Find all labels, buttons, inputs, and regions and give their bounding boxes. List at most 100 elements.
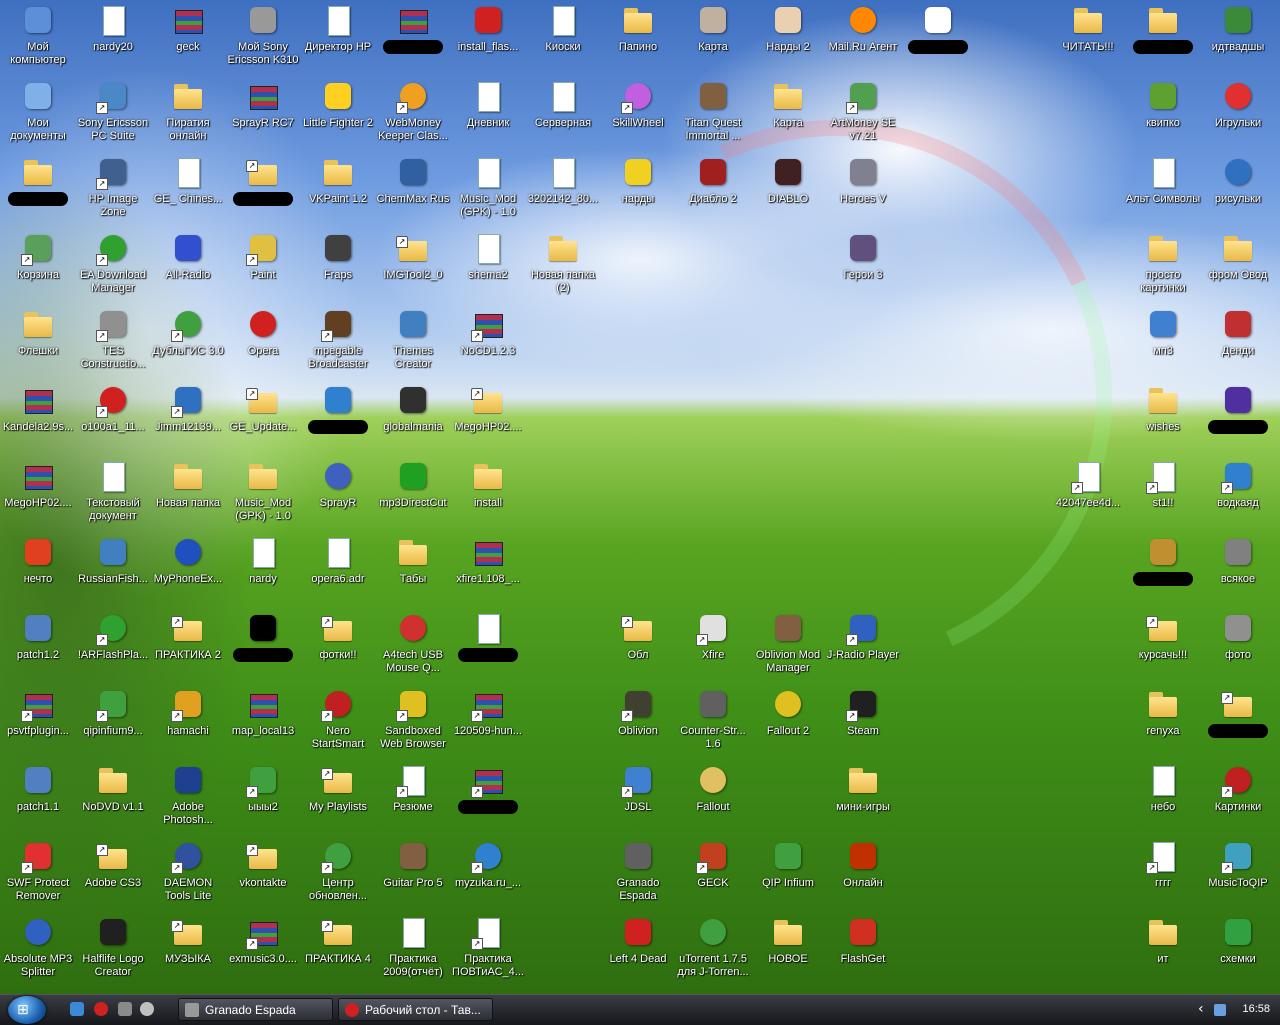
desktop-icon[interactable]: patch1.2 <box>0 610 76 662</box>
desktop-icon[interactable]: водкаяд <box>1200 458 1276 510</box>
desktop-icon[interactable]: nardy20 <box>75 2 151 54</box>
desktop-icon[interactable]: exmusic3.0.... <box>225 914 301 966</box>
desktop-icon[interactable]: НОВОЕ <box>750 914 826 966</box>
desktop-icon[interactable]: Нарды 2 <box>750 2 826 54</box>
desktop-icon[interactable] <box>1125 534 1201 586</box>
desktop-icon[interactable]: psvtfplugin... <box>0 686 76 738</box>
desktop-icon[interactable]: patch1.1 <box>0 762 76 814</box>
desktop-icon[interactable]: MusicToQIP <box>1200 838 1276 890</box>
desktop-icon[interactable]: Themes Creator <box>375 306 451 371</box>
desktop-icon[interactable] <box>225 154 301 206</box>
desktop[interactable]: Мой компьютер nardy20 geck Мой Sony Ericsso… <box>0 0 1280 994</box>
desktop-icon[interactable]: TES Constructio... <box>75 306 151 371</box>
desktop-icon[interactable]: Granado Espada <box>600 838 676 903</box>
desktop-icon[interactable]: Titan Quest Immortal ... <box>675 78 751 143</box>
desktop-icon[interactable]: Киоски <box>525 2 601 54</box>
desktop-icon[interactable]: SprayR <box>300 458 376 510</box>
desktop-icon[interactable]: globalmania <box>375 382 451 434</box>
desktop-icon[interactable]: wishes <box>1125 382 1201 434</box>
desktop-icon[interactable]: GE_ Chines... <box>150 154 226 206</box>
desktop-icon[interactable]: Мои документы <box>0 78 76 143</box>
desktop-icon[interactable]: RussianFish... <box>75 534 151 586</box>
desktop-icon[interactable]: курсачь!!! <box>1125 610 1201 662</box>
desktop-icon[interactable]: ПРАКТИКА 4 <box>300 914 376 966</box>
desktop-icon[interactable]: мп3 <box>1125 306 1201 358</box>
desktop-icon[interactable]: Папино <box>600 2 676 54</box>
desktop-icon[interactable]: xfire1.108_... <box>450 534 526 586</box>
desktop-icon[interactable]: нечто <box>0 534 76 586</box>
desktop-icon[interactable]: EA Download Manager <box>75 230 151 295</box>
desktop-icon[interactable]: Steam <box>825 686 901 738</box>
desktop-icon[interactable]: JDSL <box>600 762 676 814</box>
desktop-icon[interactable] <box>450 610 526 662</box>
desktop-icon[interactable]: Дневник <box>450 78 526 130</box>
desktop-icon[interactable] <box>225 610 301 662</box>
desktop-icon[interactable]: 42047ee4d... <box>1050 458 1126 510</box>
task-button-explorer[interactable]: Рабочий стол - Тав... <box>338 998 493 1021</box>
desktop-icon[interactable]: Adobe CS3 <box>75 838 151 890</box>
desktop-icon[interactable]: Paint <box>225 230 301 282</box>
desktop-icon[interactable]: Music_Mod (GPK) - 1.0 <box>450 154 526 219</box>
quicklaunch-opera-icon[interactable] <box>94 1002 108 1016</box>
desktop-icon[interactable]: фром Овод <box>1200 230 1276 282</box>
desktop-icon[interactable] <box>1200 382 1276 434</box>
desktop-icon[interactable]: ыыы2 <box>225 762 301 814</box>
desktop-icon[interactable]: Opera <box>225 306 301 358</box>
desktop-icon[interactable]: Halflife Logo Creator <box>75 914 151 979</box>
desktop-icon[interactable]: SkillWheel <box>600 78 676 130</box>
desktop-icon[interactable]: всякое <box>1200 534 1276 586</box>
desktop-icon[interactable]: Корзина <box>0 230 76 282</box>
desktop-icon[interactable]: map_local13 <box>225 686 301 738</box>
desktop-icon[interactable]: ChemMax Rus <box>375 154 451 206</box>
desktop-icon[interactable] <box>375 2 451 54</box>
desktop-icon[interactable]: Guitar Pro 5 <box>375 838 451 890</box>
desktop-icon[interactable]: Диабло 2 <box>675 154 751 206</box>
desktop-icon[interactable]: renyxa <box>1125 686 1201 738</box>
desktop-icon[interactable]: ЧИТАТЬ!!! <box>1050 2 1126 54</box>
desktop-icon[interactable]: МУЗЫКА <box>150 914 226 966</box>
desktop-icon[interactable]: install_flas... <box>450 2 526 54</box>
desktop-icon[interactable]: ПРАКТИКА 2 <box>150 610 226 662</box>
desktop-icon[interactable]: SWF Protect Remover <box>0 838 76 903</box>
desktop-icon[interactable] <box>300 382 376 434</box>
desktop-icon[interactable]: Left 4 Dead <box>600 914 676 966</box>
desktop-icon[interactable]: uTorrent 1.7.5 для J-Torren... <box>675 914 751 979</box>
desktop-icon[interactable]: Картинки <box>1200 762 1276 814</box>
desktop-icon[interactable]: st1!! <box>1125 458 1201 510</box>
desktop-icon[interactable]: Обл <box>600 610 676 662</box>
desktop-icon[interactable]: Sandboxed Web Browser <box>375 686 451 751</box>
desktop-icon[interactable]: Kandela2.9s... <box>0 382 76 434</box>
desktop-icon[interactable]: All-Radio <box>150 230 226 282</box>
desktop-icon[interactable]: GE_Update... <box>225 382 301 434</box>
desktop-icon[interactable]: Oblivion Mod Manager <box>750 610 826 675</box>
desktop-icon[interactable]: Новая папка <box>150 458 226 510</box>
desktop-icon[interactable]: myzuka.ru_... <box>450 838 526 890</box>
desktop-icon[interactable]: Карта <box>750 78 826 130</box>
desktop-icon[interactable]: Counter-Str... 1.6 <box>675 686 751 751</box>
desktop-icon[interactable]: WebMoney Keeper Clas... <box>375 78 451 143</box>
desktop-icon[interactable]: Альт Символы <box>1125 154 1201 206</box>
desktop-icon[interactable]: Практика ПОВТиАС_4... <box>450 914 526 979</box>
desktop-icon[interactable]: нарды <box>600 154 676 206</box>
desktop-icon[interactable]: !ARFlashPla... <box>75 610 151 662</box>
desktop-icon[interactable]: 3202142_80... <box>525 154 601 206</box>
desktop-icon[interactable]: VKPaint 1.2 <box>300 154 376 206</box>
desktop-icon[interactable]: рисульки <box>1200 154 1276 206</box>
desktop-icon[interactable]: shema2 <box>450 230 526 282</box>
desktop-icon[interactable]: Мой компьютер <box>0 2 76 67</box>
desktop-icon[interactable]: Music_Mod (GPK) - 1.0 <box>225 458 301 523</box>
desktop-icon[interactable]: Fallout <box>675 762 751 814</box>
desktop-icon[interactable]: Jimm12139... <box>150 382 226 434</box>
desktop-icon[interactable]: IMGTool2_0 <box>375 230 451 282</box>
desktop-icon[interactable] <box>1200 686 1276 738</box>
desktop-icon[interactable]: Пиратия онлайн <box>150 78 226 143</box>
desktop-icon[interactable]: Мой Sony Ericsson K310 <box>225 2 301 67</box>
desktop-icon[interactable]: Oblivion <box>600 686 676 738</box>
desktop-icon[interactable]: DIABLO <box>750 154 826 206</box>
desktop-icon[interactable]: Денди <box>1200 306 1276 358</box>
desktop-icon[interactable]: идтвадшы <box>1200 2 1276 54</box>
desktop-icon[interactable]: Nero StartSmart <box>300 686 376 751</box>
desktop-icon[interactable]: квипко <box>1125 78 1201 130</box>
desktop-icon[interactable]: Текстовый документ <box>75 458 151 523</box>
desktop-icon[interactable]: NoDVD v1.1 <box>75 762 151 814</box>
